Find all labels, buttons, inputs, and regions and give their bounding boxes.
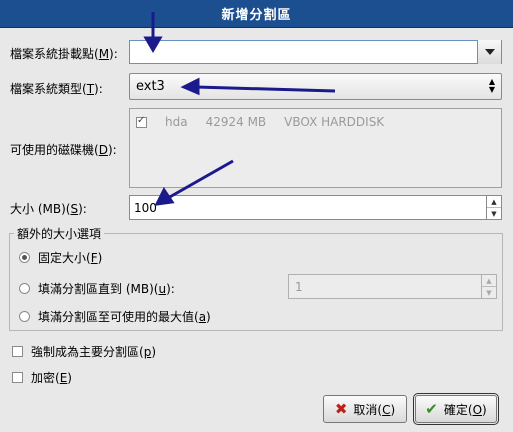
ok-button[interactable]: ✔ 確定(O) xyxy=(413,393,499,425)
radio-dot[interactable] xyxy=(19,283,30,294)
size-spinbox[interactable]: 100 ▲ ▼ xyxy=(129,195,502,220)
radio-fixed-size[interactable]: 固定大小(F) xyxy=(19,249,102,266)
x-icon: ✖ xyxy=(334,400,348,418)
radio-dot[interactable] xyxy=(19,252,30,263)
down-icon: ▼ xyxy=(486,288,492,297)
radio-fill-max[interactable]: 填滿分割區至可使用的最大值(a) xyxy=(19,308,211,325)
mount-point-combo[interactable] xyxy=(129,40,502,64)
window-title: 新增分割區 xyxy=(221,8,292,23)
size-label: 大小 (MB)(S): xyxy=(10,202,87,216)
up-icon: ▲ xyxy=(482,275,496,287)
drive-row[interactable]: hda 42924 MB VBOX HARDDISK xyxy=(136,115,402,129)
up-down-arrows-icon: ▲ ▼ xyxy=(488,77,495,94)
cancel-button[interactable]: ✖ 取消(C) xyxy=(323,395,407,423)
fill-upto-spinbox: 1 ▲ ▼ xyxy=(288,274,497,299)
size-stepper[interactable]: ▲ ▼ xyxy=(486,196,501,219)
check-icon: ✔ xyxy=(425,400,438,418)
fstype-value: ext3 xyxy=(136,79,165,94)
mount-point-label: 檔案系統掛載點(M): xyxy=(10,47,118,61)
fstype-label: 檔案系統類型(T): xyxy=(10,82,103,96)
fill-upto-stepper: ▲ ▼ xyxy=(481,275,496,298)
drive-name: hda xyxy=(165,115,188,129)
fill-upto-value: 1 xyxy=(295,280,303,294)
radio-fill-upto[interactable]: 填滿分割區直到 (MB)(u): xyxy=(19,280,175,297)
radio-dot[interactable] xyxy=(19,311,30,322)
fstype-select[interactable]: ext3 ▲ ▼ xyxy=(129,73,502,100)
down-icon[interactable]: ▼ xyxy=(487,208,501,219)
window-titlebar: 新增分割區 xyxy=(0,0,513,28)
drive-checkbox[interactable] xyxy=(136,115,147,128)
up-icon[interactable]: ▲ xyxy=(487,196,501,208)
checkbox-box[interactable] xyxy=(12,346,23,357)
force-primary-checkbox[interactable]: 強制成為主要分割區(p) xyxy=(12,343,156,360)
drives-list[interactable]: hda 42924 MB VBOX HARDDISK xyxy=(129,108,502,188)
encrypt-checkbox[interactable]: 加密(E) xyxy=(12,369,72,386)
drives-label: 可使用的磁碟機(D): xyxy=(10,143,117,157)
drive-model: VBOX HARDDISK xyxy=(284,115,385,129)
size-options-title: 額外的大小選項 xyxy=(14,225,105,242)
chevron-down-icon[interactable] xyxy=(477,40,501,64)
checkbox-box[interactable] xyxy=(12,372,23,383)
size-value: 100 xyxy=(134,201,157,215)
drive-size: 42924 MB xyxy=(205,115,267,129)
